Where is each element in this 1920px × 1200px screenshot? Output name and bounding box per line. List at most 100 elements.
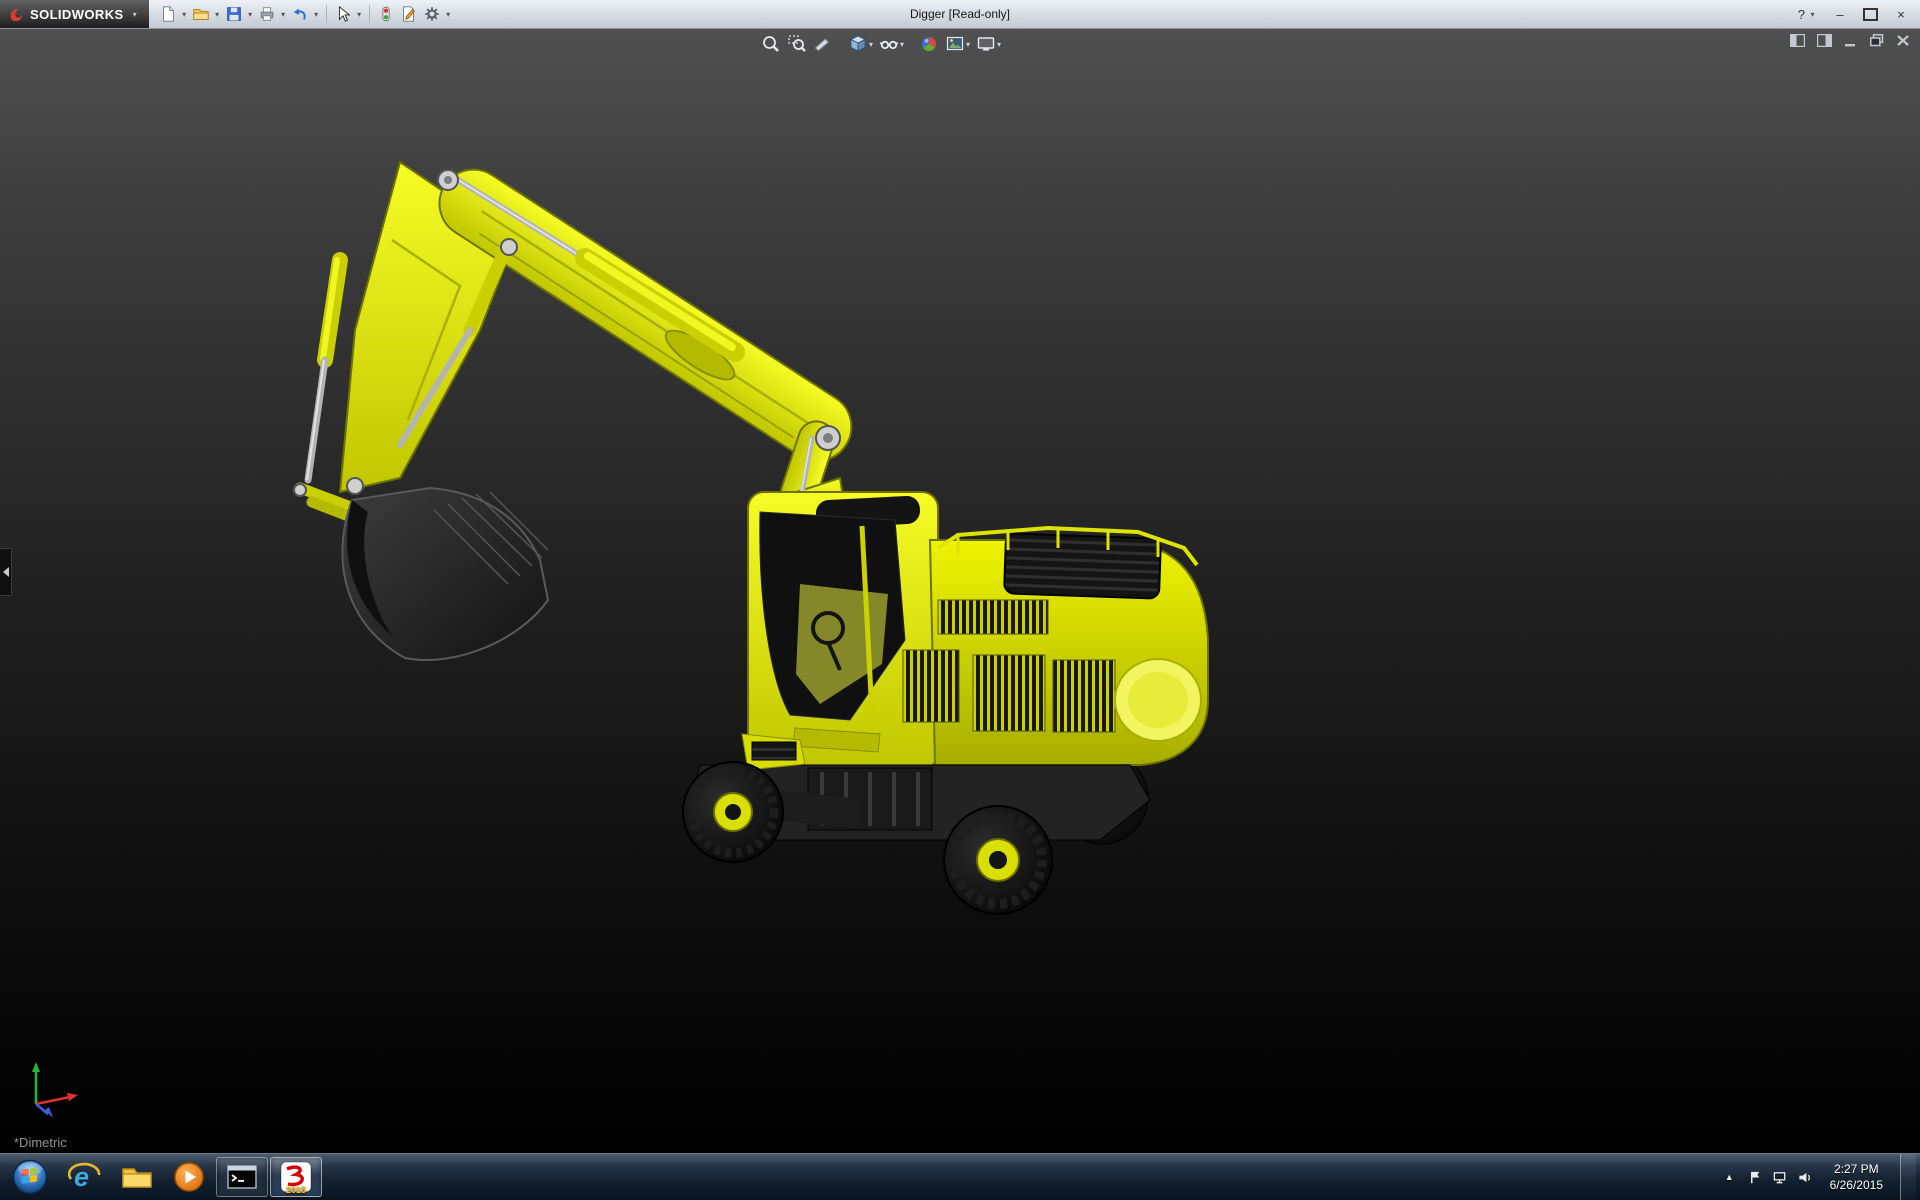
view-settings-button[interactable]: ▾: [975, 32, 1002, 56]
solidworks-brand[interactable]: SOLIDWORKS ▾: [0, 0, 149, 28]
triad-z-axis: [36, 1104, 53, 1118]
save-button[interactable]: [223, 3, 245, 25]
undo-icon: [291, 5, 309, 23]
options-button[interactable]: [421, 3, 443, 25]
titlebar: SOLIDWORKS ▾ ▾ ▾: [0, 0, 1920, 29]
feature-panel-flyout-tab[interactable]: [0, 548, 12, 596]
taskbar-command-prompt[interactable]: [216, 1157, 268, 1197]
solidworks-logo-icon: [8, 6, 24, 22]
zoom-to-fit-icon: [761, 34, 781, 54]
clock-date: 6/26/2015: [1830, 1177, 1883, 1193]
show-desktop-button[interactable]: [1900, 1154, 1916, 1200]
dropdown-arrow: ▾: [869, 40, 873, 49]
undo-button[interactable]: [289, 3, 311, 25]
taskbar-windows-explorer[interactable]: [112, 1157, 162, 1197]
dropdown-arrow[interactable]: ▾: [355, 10, 364, 19]
hide-show-glasses-icon: [879, 34, 899, 54]
clock-time: 2:27 PM: [1830, 1161, 1883, 1177]
system-tray: ▲ 2:27 PM 6/26/2015: [1720, 1154, 1920, 1200]
zoom-to-fit-button[interactable]: [760, 32, 782, 56]
windows-explorer-folder-icon: [120, 1160, 154, 1194]
media-player-icon: [173, 1161, 205, 1193]
help-label: ?: [1798, 7, 1805, 22]
select-cursor-icon: [334, 5, 352, 23]
dropdown-arrow[interactable]: ▾: [279, 10, 288, 19]
taskbar: e: [0, 1153, 1920, 1200]
taskbar-media-player[interactable]: [164, 1157, 214, 1197]
taskbar-solidworks[interactable]: 2015: [270, 1157, 322, 1197]
file-properties-button[interactable]: [398, 3, 420, 25]
dropdown-arrow[interactable]: ▾: [246, 10, 255, 19]
taskbar-clock[interactable]: 2:27 PM 6/26/2015: [1822, 1161, 1891, 1193]
minimize-button[interactable]: –: [1833, 7, 1847, 22]
dropdown-arrow[interactable]: ▾: [213, 10, 222, 19]
print-icon: [258, 5, 276, 23]
help-button[interactable]: ? ▾: [1798, 7, 1817, 22]
doc-restore-icon[interactable]: [1870, 34, 1884, 47]
maximize-button[interactable]: [1863, 8, 1878, 21]
solidworks-window: SOLIDWORKS ▾ ▾ ▾: [0, 0, 1920, 1200]
dropdown-arrow: ▾: [900, 40, 904, 49]
main-toolbar: ▾ ▾ ▾: [149, 0, 453, 28]
dropdown-arrow[interactable]: ▾: [312, 10, 321, 19]
doc-close-icon[interactable]: [1896, 34, 1910, 47]
cab: [748, 492, 938, 769]
dropdown-arrow[interactable]: ▾: [180, 10, 189, 19]
hide-show-items-button[interactable]: ▾: [878, 32, 905, 56]
action-center-flag-icon[interactable]: [1748, 1170, 1763, 1185]
network-icon[interactable]: [1772, 1170, 1788, 1185]
brand-label: SOLIDWORKS: [30, 7, 124, 22]
view-orientation-label: *Dimetric: [14, 1135, 67, 1150]
display-style-cube-icon: [848, 34, 868, 54]
zoom-to-area-button[interactable]: [786, 32, 808, 56]
front-left-wheel: [683, 762, 783, 862]
dropdown-arrow[interactable]: ▾: [444, 10, 453, 19]
hidden-icons-button[interactable]: ▲: [1720, 1170, 1739, 1184]
toolbar-separator: [369, 5, 370, 23]
print-button[interactable]: [256, 3, 278, 25]
air-intake-hatch: [1004, 533, 1161, 598]
zoom-to-area-icon: [787, 34, 807, 54]
triad-x-axis: [36, 1093, 78, 1104]
start-button[interactable]: [2, 1157, 58, 1197]
window-controls: ? ▾ – ×: [1798, 0, 1920, 28]
triad-y-axis: [32, 1062, 40, 1104]
excavator-model[interactable]: [0, 28, 1920, 1154]
close-button[interactable]: ×: [1894, 7, 1908, 22]
maximize-icon: [1863, 8, 1878, 21]
section-view-button[interactable]: [812, 32, 834, 56]
menu-expand-arrow[interactable]: ▾: [133, 10, 137, 19]
rebuild-icon: [377, 5, 395, 23]
volume-icon[interactable]: [1797, 1170, 1813, 1185]
graphics-viewport[interactable]: ▾ ▾: [0, 28, 1920, 1154]
open-folder-icon: [192, 5, 210, 23]
select-tool-button[interactable]: [332, 3, 354, 25]
appearance-ball-icon: [919, 34, 939, 54]
dropdown-arrow: ▾: [1808, 10, 1817, 19]
open-button[interactable]: [190, 3, 212, 25]
new-document-button[interactable]: [157, 3, 179, 25]
orientation-triad[interactable]: [18, 1048, 90, 1120]
display-style-button[interactable]: ▾: [847, 32, 874, 56]
window-title: Digger [Read-only]: [910, 0, 1010, 28]
solidworks-year-badge: 2015: [271, 1185, 321, 1195]
file-properties-icon: [400, 5, 418, 23]
taskbar-internet-explorer[interactable]: e: [60, 1157, 110, 1197]
options-gear-icon: [423, 5, 441, 23]
command-prompt-icon: [226, 1162, 258, 1192]
edit-appearance-button[interactable]: [918, 32, 940, 56]
view-settings-monitor-icon: [976, 34, 996, 54]
boom-arm: [340, 156, 864, 536]
rebuild-button[interactable]: [375, 3, 397, 25]
pane-left-icon[interactable]: [1790, 34, 1805, 47]
document-window-controls: [1790, 34, 1910, 47]
windows-start-orb-icon: [11, 1158, 49, 1196]
pane-right-icon[interactable]: [1817, 34, 1832, 47]
engine-deck: [903, 528, 1208, 765]
toolbar-separator: [326, 5, 327, 23]
internet-explorer-icon: e: [68, 1160, 102, 1194]
apply-scene-button[interactable]: ▾: [944, 32, 971, 56]
new-document-icon: [159, 5, 177, 23]
flyout-arrow-icon: [3, 567, 9, 577]
doc-minimize-icon[interactable]: [1844, 34, 1858, 47]
